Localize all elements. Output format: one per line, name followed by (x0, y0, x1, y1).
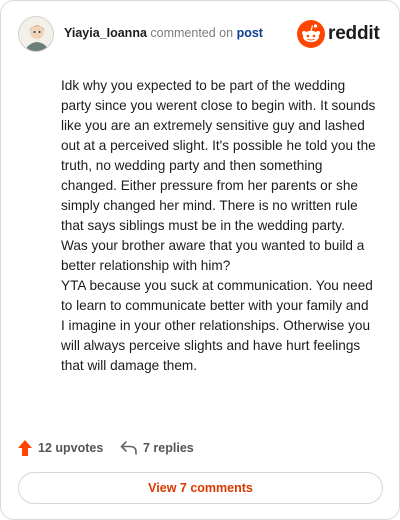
reddit-snoo-icon (297, 20, 325, 48)
post-link[interactable]: post (237, 26, 263, 40)
replies-button[interactable]: 7 replies (120, 439, 194, 457)
comment-paragraph: YTA because you suck at communication. Y… (61, 278, 373, 373)
action-text: commented on (146, 26, 237, 40)
upvote-count: 12 upvotes (38, 441, 104, 455)
upvote-arrow-icon (18, 440, 32, 456)
reddit-brand[interactable]: reddit (297, 20, 383, 48)
comment-actions: 12 upvotes 7 replies (18, 437, 318, 459)
upvote-button[interactable]: 12 upvotes (18, 439, 103, 457)
comment-paragraph: Was your brother aware that you wanted t… (61, 238, 365, 273)
avatar-icon (19, 17, 53, 51)
comment-card: Yiayia_Ioanna commented on post reddit I… (0, 0, 400, 520)
username[interactable]: Yiayia_Ioanna (64, 26, 147, 40)
comment-header: Yiayia_Ioanna commented on post reddit (18, 16, 383, 52)
reply-arrow-icon (120, 441, 137, 455)
view-comments-button[interactable]: View 7 comments (18, 472, 383, 504)
user-avatar[interactable] (18, 16, 54, 52)
comment-body: Idk why you expected to be part of the w… (61, 76, 376, 376)
comment-paragraph: Idk why you expected to be part of the w… (61, 78, 376, 233)
replies-count: 7 replies (143, 441, 194, 455)
brand-wordmark: reddit (328, 23, 380, 44)
comment-meta: Yiayia_Ioanna commented on post (64, 26, 263, 40)
